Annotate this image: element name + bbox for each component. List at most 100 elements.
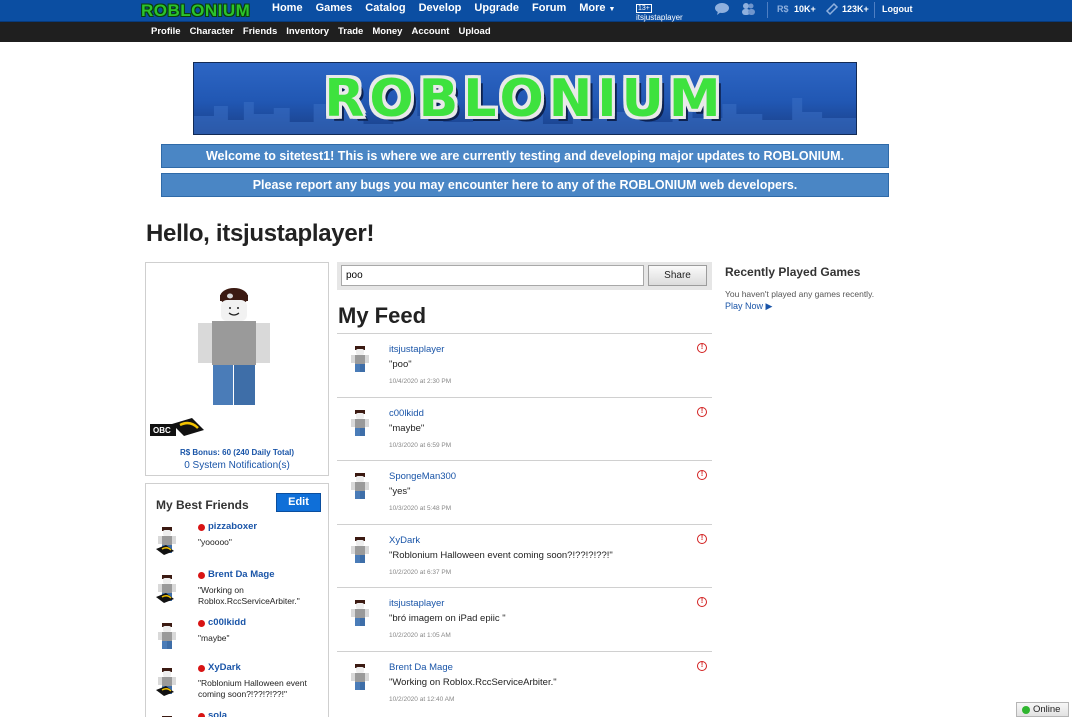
header-divider <box>874 2 875 18</box>
feed-avatar[interactable] <box>349 663 371 693</box>
feed-author[interactable]: itsjustaplayer <box>389 598 444 609</box>
nav-develop[interactable]: Develop <box>419 0 462 22</box>
subnav-profile[interactable]: Profile <box>151 22 181 42</box>
obc-badge-label: OBC <box>153 426 171 435</box>
banner-logo-text: ROBLONIUM <box>324 69 726 129</box>
account-block[interactable]: 13+ itsjustaplayer <box>636 3 683 22</box>
site-banner: ROBLONIUM <box>193 62 857 135</box>
nav-catalog[interactable]: Catalog <box>365 0 405 22</box>
friends-icon[interactable] <box>740 2 756 16</box>
feed-message: "bró imagem on iPad epiic " <box>389 613 506 624</box>
logout-link[interactable]: Logout <box>882 3 913 15</box>
subnav-friends[interactable]: Friends <box>243 22 277 42</box>
friend-name[interactable]: Brent Da Mage <box>208 569 275 580</box>
chat-icon[interactable] <box>714 2 730 16</box>
play-now-label: Play Now <box>725 301 764 311</box>
feed-author[interactable]: c00lkidd <box>389 408 424 419</box>
friend-avatar[interactable] <box>156 527 178 556</box>
feed-message: "Working on Roblox.RccServiceArbiter." <box>389 676 557 688</box>
nav-forum[interactable]: Forum <box>532 0 566 22</box>
nav-upgrade[interactable]: Upgrade <box>474 0 519 22</box>
system-notifications-link[interactable]: 0 System Notification(s) <box>146 460 328 471</box>
nav-home[interactable]: Home <box>272 0 303 22</box>
subnav-money[interactable]: Money <box>372 22 402 42</box>
friend-status: "yooooo" <box>198 537 232 547</box>
feed-title: My Feed <box>338 303 427 328</box>
friend-name[interactable]: pizzaboxer <box>208 521 257 532</box>
feed-message: "maybe" <box>389 422 425 434</box>
rs-bonus-text[interactable]: R$ Bonus: 60 (240 Daily Total) <box>146 448 328 457</box>
edit-best-friends-button[interactable]: Edit <box>276 493 321 512</box>
subnav-trade[interactable]: Trade <box>338 22 363 42</box>
tix-count[interactable]: 123K+ <box>842 3 869 15</box>
friend-avatar[interactable] <box>156 623 178 652</box>
nav-games[interactable]: Games <box>316 0 353 22</box>
feed-item: Brent Da Mage "Working on Roblox.RccServi… <box>337 650 712 714</box>
report-abuse-icon[interactable]: ! <box>697 406 707 417</box>
offline-status-icon <box>198 572 205 579</box>
status-input[interactable] <box>341 265 644 286</box>
avatar[interactable] <box>190 283 290 409</box>
share-button[interactable]: Share <box>648 265 707 286</box>
report-abuse-icon[interactable]: ! <box>697 470 707 480</box>
header-divider <box>767 2 768 18</box>
best-friends-card: My Best Friends Edit pizzaboxer "yooooo" B… <box>145 483 329 717</box>
site-logo[interactable]: ROBLONIUM <box>141 1 250 20</box>
main-nav: Home Games Catalog Develop Upgrade Forum… <box>272 0 628 22</box>
feed-timestamp: 10/4/2020 at 2:30 PM <box>389 378 452 385</box>
robux-count[interactable]: 10K+ <box>794 3 816 15</box>
offline-status-icon <box>198 620 205 627</box>
friend-name[interactable]: sola <box>208 710 227 717</box>
feed-avatar[interactable] <box>349 536 371 566</box>
feed-avatar[interactable] <box>349 409 371 439</box>
report-abuse-icon[interactable]: ! <box>697 597 707 607</box>
feed-avatar[interactable] <box>349 346 371 375</box>
feed-author[interactable]: SpongeMan300 <box>389 471 456 482</box>
best-friends-title: My Best Friends <box>156 498 249 512</box>
feed-author[interactable]: XyDark <box>389 535 420 546</box>
feed-item: itsjustaplayer "bró imagem on iPad epiic … <box>337 587 712 650</box>
friend-status: "Working on Roblox.RccServiceArbiter." <box>198 585 300 606</box>
feed-avatar[interactable] <box>349 473 371 502</box>
feed-avatar[interactable] <box>349 600 371 629</box>
sub-nav-bar: Profile Character Friends Inventory Trad… <box>0 22 1072 42</box>
welcome-notice: Welcome to sitetest1! This is where we a… <box>161 144 889 168</box>
header-username: itsjustaplayer <box>636 13 683 22</box>
online-dot-icon <box>1022 706 1030 714</box>
subnav-account[interactable]: Account <box>411 22 449 42</box>
online-status-button[interactable]: Online <box>1016 702 1069 717</box>
report-abuse-icon[interactable]: ! <box>697 660 707 671</box>
friend-status: "maybe" <box>198 633 230 643</box>
feed-item: XyDark "Roblonium Halloween event coming … <box>337 523 712 587</box>
play-now-link[interactable]: Play Now ▶ <box>725 301 772 312</box>
feed-author[interactable]: itsjustaplayer <box>389 344 444 355</box>
chevron-down-icon: ▼ <box>608 6 616 13</box>
feed-item: c00lkidd "maybe" 10/3/2020 at 6:59 PM! <box>337 396 712 460</box>
obc-mini-badge-icon <box>156 593 174 603</box>
feed-message: "poo" <box>389 359 412 370</box>
obc-mini-badge-icon <box>156 545 174 555</box>
friend-avatar[interactable] <box>156 668 178 697</box>
status-share-box: Share <box>337 262 712 290</box>
nav-more[interactable]: More ▼ <box>579 0 615 22</box>
feed-timestamp: 10/2/2020 at 1:05 AM <box>389 632 451 639</box>
friend-name[interactable]: XyDark <box>208 662 241 673</box>
subnav-inventory[interactable]: Inventory <box>286 22 329 42</box>
robux-icon: R$ <box>777 4 789 14</box>
offline-status-icon <box>198 524 205 531</box>
friend-name[interactable]: c00lkidd <box>208 617 246 628</box>
feed-timestamp: 10/3/2020 at 5:48 PM <box>389 505 452 512</box>
friend-avatar[interactable] <box>156 575 178 604</box>
feed-message: "yes" <box>389 486 411 497</box>
bug-report-notice: Please report any bugs you may encounter… <box>161 173 889 197</box>
feed-timestamp: 10/2/2020 at 6:37 PM <box>389 568 452 576</box>
nav-more-label: More <box>579 2 606 14</box>
subnav-character[interactable]: Character <box>190 22 234 42</box>
subnav-upload[interactable]: Upload <box>458 22 490 42</box>
feed-author[interactable]: Brent Da Mage <box>389 662 453 673</box>
report-abuse-icon[interactable]: ! <box>697 533 707 544</box>
report-abuse-icon[interactable]: ! <box>697 343 707 353</box>
sub-nav: Profile Character Friends Inventory Trad… <box>151 22 500 42</box>
tix-icon <box>824 2 840 16</box>
obc-badge-icon: OBC <box>150 418 204 436</box>
